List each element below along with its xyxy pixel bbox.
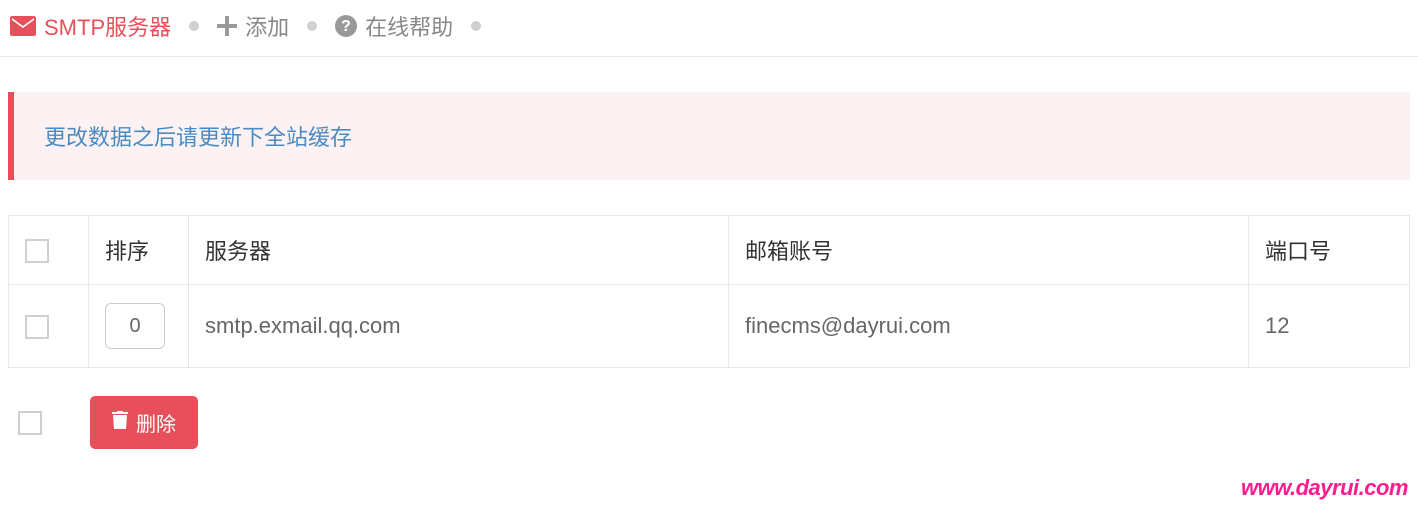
- header-email: 邮箱账号: [729, 216, 1249, 285]
- nav-smtp[interactable]: SMTP服务器: [10, 10, 171, 42]
- nav-divider-dot: [471, 21, 481, 31]
- row-checkbox[interactable]: [25, 315, 49, 339]
- delete-label: 删除: [136, 408, 176, 437]
- server-text: smtp.exmail.qq.com: [205, 313, 401, 338]
- row-server-cell: smtp.exmail.qq.com: [189, 285, 729, 368]
- row-port-cell: 12: [1249, 285, 1410, 368]
- trash-icon: [112, 411, 128, 435]
- footer-actions: 删除: [0, 368, 1418, 477]
- port-text: 12: [1265, 313, 1289, 338]
- nav-divider-dot: [189, 21, 199, 31]
- delete-button[interactable]: 删除: [90, 396, 198, 449]
- top-nav: SMTP服务器 添加 ? 在线帮助: [0, 0, 1418, 57]
- smtp-table: 排序 服务器 邮箱账号 端口号 smtp.exmail.qq.com finec…: [8, 215, 1410, 368]
- row-email-cell: finecms@dayrui.com: [729, 285, 1249, 368]
- nav-help[interactable]: ? 在线帮助: [335, 10, 453, 42]
- select-all-checkbox[interactable]: [25, 239, 49, 263]
- sort-input[interactable]: [105, 303, 165, 349]
- header-checkbox-cell: [9, 216, 89, 285]
- envelope-icon: [10, 16, 36, 36]
- row-sort-cell: [89, 285, 189, 368]
- nav-add[interactable]: 添加: [217, 10, 289, 42]
- header-sort: 排序: [89, 216, 189, 285]
- nav-smtp-label: SMTP服务器: [44, 10, 171, 42]
- plus-icon: [217, 16, 237, 36]
- question-circle-icon: ?: [335, 15, 357, 37]
- email-text: finecms@dayrui.com: [745, 313, 951, 338]
- nav-add-label: 添加: [245, 10, 289, 42]
- alert-box: 更改数据之后请更新下全站缓存: [8, 92, 1410, 180]
- header-port: 端口号: [1249, 216, 1410, 285]
- nav-divider-dot: [307, 21, 317, 31]
- svg-text:?: ?: [341, 18, 351, 35]
- header-server: 服务器: [189, 216, 729, 285]
- footer-checkbox[interactable]: [18, 411, 42, 435]
- table-header-row: 排序 服务器 邮箱账号 端口号: [9, 216, 1410, 285]
- alert-message: 更改数据之后请更新下全站缓存: [44, 125, 352, 150]
- watermark: www.dayrui.com: [1241, 475, 1408, 501]
- table-row: smtp.exmail.qq.com finecms@dayrui.com 12: [9, 285, 1410, 368]
- row-checkbox-cell: [9, 285, 89, 368]
- nav-help-label: 在线帮助: [365, 10, 453, 42]
